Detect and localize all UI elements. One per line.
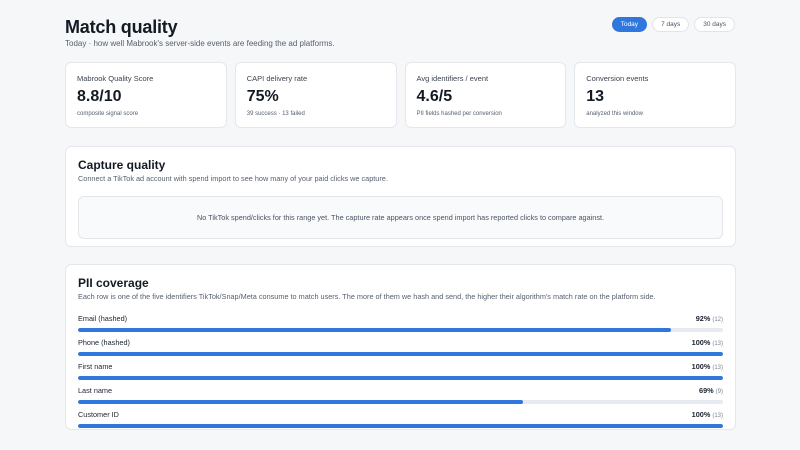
- progress-track: [78, 424, 723, 428]
- stat-value: 13: [586, 88, 605, 105]
- progress-fill: [78, 400, 524, 404]
- pii-row-email: Email (hashed) 92% (12): [78, 314, 723, 332]
- pii-row-label: Customer ID: [78, 410, 119, 419]
- pii-coverage-card: PII coverage Each row is one of the five…: [65, 264, 736, 430]
- capture-quality-title: Capture quality: [78, 158, 166, 172]
- progress-fill: [78, 424, 723, 428]
- stats-row: Mabrook Quality Score 8.8/10 composite s…: [65, 62, 736, 128]
- progress-track: [78, 400, 723, 404]
- pii-row-count: (13): [712, 365, 723, 371]
- progress-track: [78, 376, 723, 380]
- stat-value: 4.6/5: [416, 88, 453, 105]
- stat-card-avg-identifiers: Avg identifiers / event 4.6/5 PII fields…: [404, 62, 567, 128]
- stat-card-quality-score: Mabrook Quality Score 8.8/10 composite s…: [65, 62, 227, 128]
- stat-card-capi-delivery: CAPI delivery rate 75% 39 success · 13 f…: [234, 62, 397, 128]
- progress-track: [78, 328, 723, 332]
- pii-row-customer-id: Customer ID 100% (13): [78, 410, 723, 428]
- pii-row-percent: 92% (12): [695, 314, 723, 323]
- stat-label: Conversion events: [586, 74, 649, 83]
- pii-row-label: Phone (hashed): [78, 338, 130, 347]
- stat-subtext: composite signal score: [77, 111, 139, 117]
- pii-coverage-title: PII coverage: [78, 276, 149, 290]
- pii-row-count: (13): [712, 413, 723, 419]
- pii-row-last-name: Last name 69% (9): [78, 386, 723, 404]
- stat-value: 75%: [246, 88, 279, 105]
- pii-row-percent: 100% (13): [691, 362, 723, 371]
- capture-quality-description: Connect a TikTok ad account with spend i…: [78, 174, 388, 183]
- capture-quality-empty-state: No TikTok spend/clicks for this range ye…: [78, 196, 723, 239]
- pii-row-count: (13): [712, 341, 723, 347]
- pii-coverage-description: Each row is one of the five identifiers …: [78, 292, 656, 301]
- capture-quality-card: Capture quality Connect a TikTok ad acco…: [65, 146, 736, 247]
- pii-coverage-list: Email (hashed) 92% (12) Phone (hashed) 10…: [78, 314, 723, 428]
- pii-row-label: Last name: [78, 386, 113, 395]
- pii-row-percent: 100% (13): [691, 338, 723, 347]
- stat-subtext: PII fields hashed per conversion: [416, 111, 502, 117]
- range-today-button[interactable]: Today: [611, 17, 648, 32]
- date-range-selector: Today 7 days 30 days: [611, 17, 735, 32]
- stat-label: Mabrook Quality Score: [77, 74, 154, 83]
- pii-row-phone: Phone (hashed) 100% (13): [78, 338, 723, 356]
- progress-track: [78, 352, 723, 356]
- stat-label: CAPI delivery rate: [246, 74, 308, 83]
- progress-fill: [78, 328, 672, 332]
- stat-card-conversion-events: Conversion events 13 analyzed this windo…: [574, 62, 736, 128]
- stat-subtext: 39 success · 13 failed: [246, 111, 305, 117]
- stat-value: 8.8/10: [77, 88, 122, 105]
- pii-row-count: (9): [715, 389, 723, 395]
- pii-row-percent: 69% (9): [699, 386, 723, 395]
- pii-row-count: (12): [712, 317, 723, 323]
- page-subtitle: Today · how well Mabrook's server-side e…: [65, 39, 335, 48]
- stat-label: Avg identifiers / event: [416, 74, 489, 83]
- pii-row-label: Email (hashed): [78, 314, 128, 323]
- pii-row-first-name: First name 100% (13): [78, 362, 723, 380]
- range-7-days-button[interactable]: 7 days: [652, 17, 690, 32]
- pii-row-label: First name: [78, 362, 113, 371]
- progress-fill: [78, 376, 723, 380]
- progress-fill: [78, 352, 723, 356]
- stat-subtext: analyzed this window: [586, 111, 643, 117]
- page-header: Match quality Today · how well Mabrook's…: [65, 16, 735, 56]
- pii-row-percent: 100% (13): [691, 410, 723, 419]
- range-30-days-button[interactable]: 30 days: [694, 17, 735, 32]
